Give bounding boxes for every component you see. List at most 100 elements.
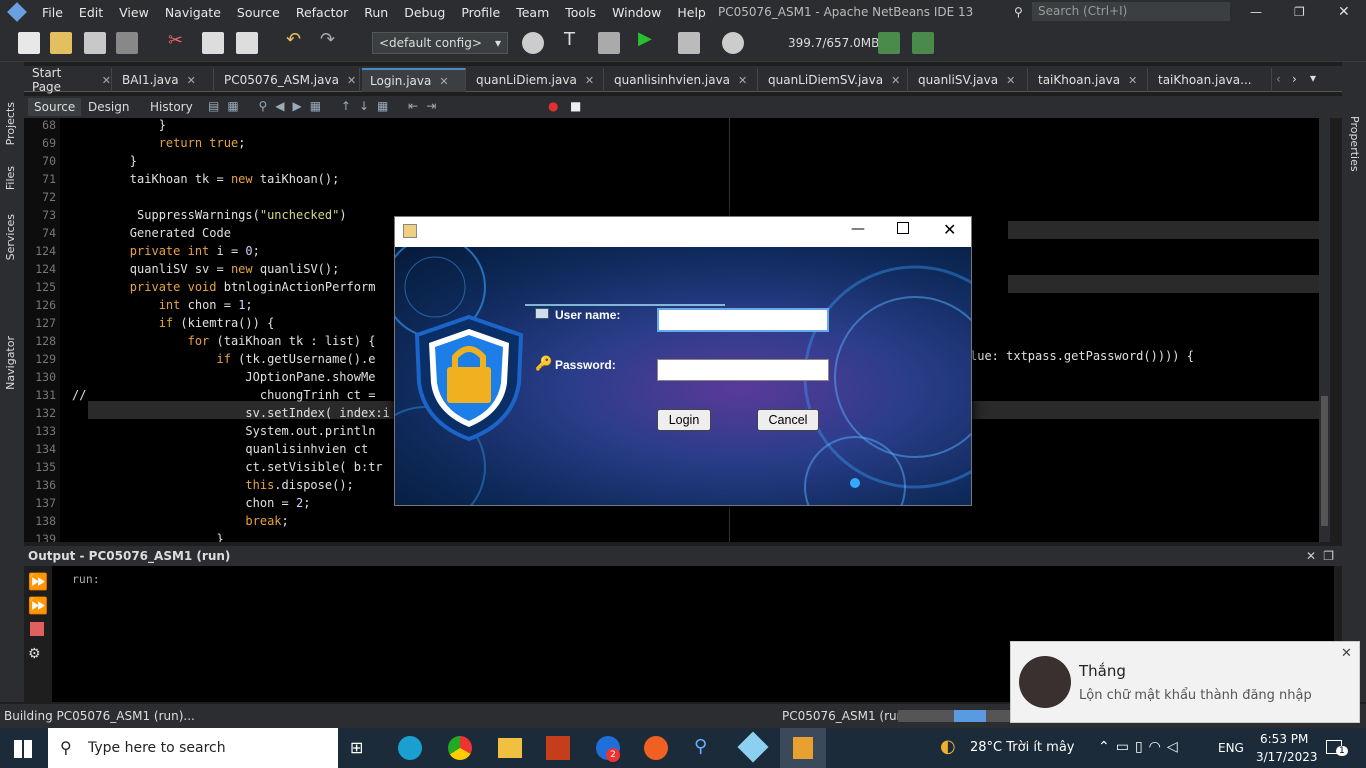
rerun-icon[interactable]: ⏩ xyxy=(28,572,48,591)
notification-toast[interactable]: Thắng Lộn chữ mật khẩu thành đăng nhập ✕ xyxy=(1010,641,1360,723)
tab-pc05076-asm[interactable]: PC05076_ASM.java ✕ xyxy=(216,68,360,92)
record-macro-icon[interactable]: ● xyxy=(548,99,558,113)
paste-icon[interactable] xyxy=(236,32,258,54)
tab-taikhoan-2[interactable]: taiKhoan.java... xyxy=(1150,68,1272,92)
tray-icons[interactable]: ⌃▭▯◠◁ xyxy=(1098,739,1184,755)
restore-button[interactable]: ❐ xyxy=(1294,5,1305,19)
redo-icon[interactable]: ↷ xyxy=(320,29,342,51)
menu-help[interactable]: Help xyxy=(669,5,714,20)
menu-navigate[interactable]: Navigate xyxy=(157,5,229,20)
tab-taikhoan[interactable]: taiKhoan.java ✕ xyxy=(1030,68,1148,92)
dialog-maximize-button[interactable] xyxy=(897,222,909,234)
tab-source[interactable]: Source xyxy=(28,98,82,116)
tab-history[interactable]: History xyxy=(150,100,193,114)
side-files[interactable]: Files xyxy=(4,166,17,190)
build-icon[interactable]: T xyxy=(564,29,586,51)
tab-quanlisinhvien[interactable]: quanlisinhvien.java ✕ xyxy=(606,68,758,92)
dialog-close-button[interactable]: ✕ xyxy=(943,220,956,239)
menu-view[interactable]: View xyxy=(111,5,157,20)
password-field[interactable] xyxy=(657,359,829,381)
edge-icon[interactable] xyxy=(398,736,422,760)
clock-time[interactable]: 6:53 PM xyxy=(1260,732,1308,746)
close-icon[interactable]: ✕ xyxy=(1306,546,1316,566)
cancel-button[interactable]: Cancel xyxy=(757,409,819,431)
task-view-icon[interactable]: ⊞ xyxy=(350,738,363,757)
dialog-titlebar[interactable]: — ✕ xyxy=(395,217,971,247)
close-icon[interactable]: ✕ xyxy=(347,74,356,87)
memory-indicator[interactable]: 399.7/657.0MB xyxy=(788,36,879,50)
maximize-icon[interactable]: ❐ xyxy=(1323,546,1334,566)
menu-run[interactable]: Run xyxy=(356,5,396,20)
file-explorer-icon[interactable] xyxy=(498,738,522,758)
clock-date[interactable]: 3/17/2023 xyxy=(1256,750,1318,764)
tab-quanlidiemsv[interactable]: quanLiDiemSV.java ✕ xyxy=(760,68,908,92)
firefox-icon[interactable] xyxy=(644,736,668,760)
username-field[interactable] xyxy=(657,308,829,332)
menu-profile[interactable]: Profile xyxy=(453,5,508,20)
powerpoint-icon[interactable] xyxy=(546,736,570,760)
editor-scrollbar-thumb[interactable] xyxy=(1321,396,1328,526)
language-indicator[interactable]: ENG xyxy=(1218,741,1244,755)
tab-quanlisv[interactable]: quanliSV.java ✕ xyxy=(910,68,1028,92)
browser-icon[interactable] xyxy=(522,32,544,54)
menu-team[interactable]: Team xyxy=(508,5,557,20)
undo-icon[interactable]: ↶ xyxy=(286,29,308,51)
menu-source[interactable]: Source xyxy=(229,5,288,20)
close-icon[interactable]: ✕ xyxy=(187,74,196,87)
weather-text[interactable]: 28°C Trời ít mây xyxy=(970,740,1075,755)
config-select[interactable]: <default config> ▾ xyxy=(372,32,508,54)
editor-tools-icons[interactable]: ▤▦ ⚲◀▶▦ ↑↓▦ ⇤⇥ xyxy=(208,99,444,113)
tab-start-page[interactable]: Start Page ✕ xyxy=(24,66,112,94)
new-file-icon[interactable] xyxy=(18,32,40,54)
close-icon[interactable]: ✕ xyxy=(102,74,111,87)
rerun-params-icon[interactable]: ⏩ xyxy=(28,596,48,615)
tab-bai1[interactable]: BAI1.java ✕ xyxy=(114,68,214,92)
menu-edit[interactable]: Edit xyxy=(71,5,111,20)
stop-icon[interactable] xyxy=(30,622,44,636)
side-navigator[interactable]: Navigator xyxy=(4,336,17,390)
windows-start-icon[interactable] xyxy=(14,740,32,758)
minimize-button[interactable]: — xyxy=(1250,5,1262,19)
tabs-list-icon[interactable]: ▾ xyxy=(1310,71,1316,85)
copy-icon[interactable] xyxy=(202,32,224,54)
dialog-minimize-button[interactable]: — xyxy=(851,221,865,237)
stop-macro-icon[interactable]: ■ xyxy=(570,99,581,113)
close-icon[interactable]: ✕ xyxy=(891,74,900,87)
tab-login[interactable]: Login.java ✕ xyxy=(362,68,466,92)
close-icon[interactable]: ✕ xyxy=(1128,74,1137,87)
tab-quanlidiem[interactable]: quanLiDiem.java ✕ xyxy=(468,68,604,92)
side-services[interactable]: Services xyxy=(4,214,17,260)
login-button[interactable]: Login xyxy=(657,409,711,431)
toast-close-icon[interactable]: ✕ xyxy=(1341,646,1352,661)
menu-debug[interactable]: Debug xyxy=(396,5,453,20)
chrome-icon[interactable] xyxy=(448,736,472,760)
java-app-icon[interactable] xyxy=(780,728,826,768)
gc2-icon[interactable] xyxy=(912,32,934,54)
close-icon[interactable]: ✕ xyxy=(585,74,594,87)
search-input[interactable]: Search (Ctrl+I) xyxy=(1032,2,1230,21)
new-project-icon[interactable] xyxy=(50,32,72,54)
tab-design[interactable]: Design xyxy=(88,100,129,114)
netbeans-icon[interactable] xyxy=(737,731,769,763)
menu-file[interactable]: File xyxy=(34,5,71,20)
close-icon[interactable]: ✕ xyxy=(738,74,747,87)
run-icon[interactable]: ▶ xyxy=(638,28,660,50)
search-app-icon[interactable]: ⚲ xyxy=(694,736,707,757)
tabs-scroll-right-icon[interactable]: › xyxy=(1292,72,1297,86)
taskbar-search[interactable]: ⚲ Type here to search xyxy=(48,728,338,768)
menu-window[interactable]: Window xyxy=(604,5,669,20)
debug-icon[interactable] xyxy=(678,32,700,54)
save-all-icon[interactable] xyxy=(116,32,138,54)
close-icon[interactable]: ✕ xyxy=(1006,74,1015,87)
side-properties[interactable]: Properties xyxy=(1348,116,1361,172)
clean-build-icon[interactable] xyxy=(598,32,620,54)
gc-icon[interactable] xyxy=(878,32,900,54)
tabs-scroll-left-icon[interactable]: ‹ xyxy=(1276,72,1281,86)
open-project-icon[interactable] xyxy=(84,32,106,54)
side-projects[interactable]: Projects xyxy=(4,102,17,145)
close-icon[interactable]: ✕ xyxy=(439,75,448,88)
cut-icon[interactable]: ✂ xyxy=(168,30,190,52)
settings-icon[interactable]: ⚙ xyxy=(28,646,41,662)
menu-tools[interactable]: Tools xyxy=(557,5,604,20)
close-button[interactable]: ✕ xyxy=(1338,4,1350,20)
